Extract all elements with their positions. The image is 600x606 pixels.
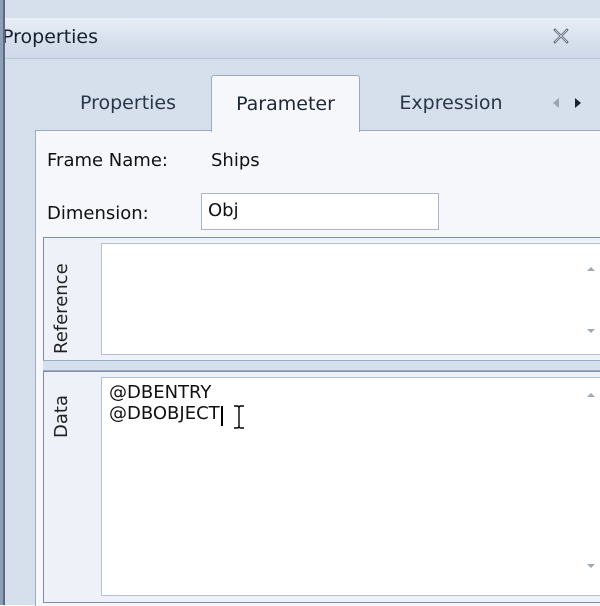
dimension-label: Dimension:	[47, 203, 149, 224]
reference-textarea[interactable]	[101, 243, 600, 355]
section-splitter[interactable]	[43, 360, 600, 371]
text-caret	[220, 406, 223, 426]
reference-label: Reference	[51, 263, 72, 354]
frame-name-label: Frame Name:	[47, 150, 168, 171]
data-scroll-down-button[interactable]	[584, 561, 598, 571]
ibeam-cursor-icon	[232, 404, 246, 434]
data-label: Data	[51, 395, 72, 438]
scroll-up-icon	[587, 393, 595, 397]
dimension-input[interactable]: Obj	[201, 193, 439, 230]
reference-scroll-up-button[interactable]	[584, 264, 598, 274]
chevron-left-icon	[553, 98, 559, 108]
tab-scroll-left-button[interactable]	[548, 95, 564, 111]
scroll-down-icon	[587, 329, 595, 333]
data-scroll-up-button[interactable]	[584, 390, 598, 400]
window-title: Properties	[2, 26, 99, 48]
frame-name-value: Ships	[211, 150, 260, 171]
data-line: @DBENTRY	[109, 382, 212, 403]
tab-properties[interactable]: Properties	[48, 77, 208, 129]
close-icon	[553, 28, 569, 44]
reference-scroll-down-button[interactable]	[584, 326, 598, 336]
data-line: @DBOBJECT	[109, 403, 220, 424]
window-left-border-inner	[3, 0, 5, 605]
tab-parameter[interactable]: Parameter	[211, 75, 360, 132]
close-button[interactable]	[548, 25, 574, 47]
scroll-up-icon	[587, 267, 595, 271]
scroll-down-icon	[587, 564, 595, 568]
tab-scroll-right-button[interactable]	[570, 95, 586, 111]
tab-expression[interactable]: Expression	[376, 77, 526, 129]
chevron-right-icon	[575, 98, 581, 108]
